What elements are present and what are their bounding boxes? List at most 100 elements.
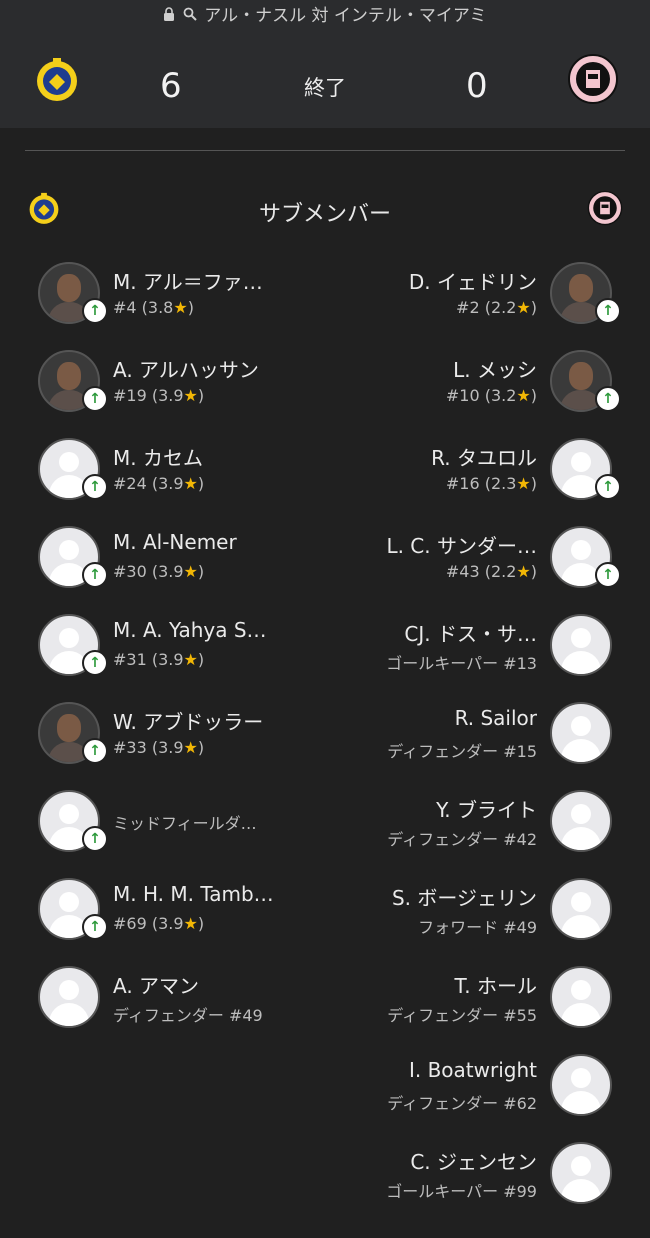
away-team-logo[interactable] [567, 53, 619, 109]
player-info: #43 (2.2★) [446, 562, 537, 581]
player-row[interactable]: ↑ L. メッシ #10 (3.2★) [325, 344, 650, 432]
address-bar[interactable]: アル・ナスル 対 インテル・マイアミ [0, 6, 650, 26]
avatar-head [57, 274, 81, 302]
subbed-on-arrow-icon: ↑ [82, 650, 108, 676]
rating-close: ) [530, 562, 537, 581]
rating-star-icon: ★ [516, 386, 531, 405]
rating-close: ) [197, 386, 205, 405]
rating-close: ) [187, 298, 194, 317]
match-header: アル・ナスル 対 インテル・マイアミ 6 終了 0 [0, 0, 650, 128]
player-number-rating: #31 (3.9 [113, 650, 184, 669]
avatar-body [561, 651, 601, 674]
avatar-head [571, 540, 591, 560]
player-info: ディフェンダー #42 [387, 826, 537, 850]
player-row[interactable]: ↑ ミッドフィールダ… [0, 784, 325, 872]
subbed-on-arrow-icon: ↑ [82, 738, 108, 764]
player-row[interactable]: Y. ブライト ディフェンダー #42 [325, 784, 650, 872]
player-row[interactable]: ↑ R. タユロル #16 (2.3★) [325, 432, 650, 520]
player-name: L. C. サンダー… [386, 534, 537, 558]
rating-close: ) [197, 562, 205, 581]
avatar-head [571, 628, 591, 648]
player-name: L. メッシ [453, 358, 537, 382]
avatar-head [59, 540, 79, 560]
player-name: I. Boatwright [408, 1058, 537, 1082]
player-row[interactable]: S. ボージェリン フォワード #49 [325, 872, 650, 960]
player-row[interactable]: I. Boatwright ディフェンダー #62 [325, 1048, 650, 1136]
divider [25, 150, 625, 151]
subbed-on-arrow-icon: ↑ [595, 562, 621, 588]
player-info: ディフェンダー #55 [387, 1002, 537, 1026]
player-row[interactable]: ↑ M. カセム #24 (3.9★) [0, 432, 325, 520]
rating-close: ) [530, 474, 537, 493]
player-number-rating: #30 (3.9 [113, 562, 184, 581]
player-row[interactable]: C. ジェンセン ゴールキーパー #99 [325, 1136, 650, 1224]
player-name: S. ボージェリン [391, 886, 537, 910]
rating-star-icon: ★ [516, 298, 531, 317]
player-row[interactable]: ↑ L. C. サンダー… #43 (2.2★) [325, 520, 650, 608]
away-team-logo-small [587, 190, 623, 230]
avatar-head [571, 1068, 591, 1088]
rating-star-icon: ★ [173, 298, 188, 317]
player-row[interactable]: R. Sailor ディフェンダー #15 [325, 696, 650, 784]
subbed-on-arrow-icon: ↑ [82, 298, 108, 324]
subbed-on-arrow-icon: ↑ [595, 474, 621, 500]
player-row[interactable]: ↑ D. イェドリン #2 (2.2★) [325, 256, 650, 344]
player-info: ディフェンダー #62 [387, 1090, 537, 1114]
player-number-rating: #19 (3.9 [113, 386, 184, 405]
player-row[interactable]: A. アマン ディフェンダー #49 [0, 960, 325, 1048]
player-row[interactable]: ↑ M. H. M. Tamb… #69 (3.9★) [0, 872, 325, 960]
player-name: A. アルハッサン [113, 358, 259, 382]
player-info: ディフェンダー #15 [387, 738, 537, 762]
subbed-on-arrow-icon: ↑ [595, 298, 621, 324]
player-row[interactable]: ↑ M. A. Yahya S… #31 (3.9★) [0, 608, 325, 696]
avatar-placeholder-icon [550, 966, 612, 1028]
subbed-on-arrow-icon: ↑ [82, 386, 108, 412]
player-info: #19 (3.9★) [113, 386, 204, 405]
avatar-head [571, 892, 591, 912]
player-number-rating: ゴールキーパー #13 [386, 654, 537, 673]
player-row[interactable]: CJ. ドス・サ… ゴールキーパー #13 [325, 608, 650, 696]
subbed-on-arrow-icon: ↑ [82, 826, 108, 852]
match-status: 終了 [304, 76, 346, 100]
avatar-body [561, 1091, 601, 1114]
player-number-rating: ディフェンダー #62 [387, 1094, 537, 1113]
rating-close: ) [530, 298, 537, 317]
rating-star-icon: ★ [183, 738, 198, 757]
avatar-body [561, 1003, 601, 1026]
rating-star-icon: ★ [183, 474, 198, 493]
player-info: #2 (2.2★) [456, 298, 537, 317]
player-name: CJ. ドス・サ… [404, 622, 537, 646]
player-number-rating: #2 (2.2 [456, 298, 517, 317]
section-title: サブメンバー [258, 202, 391, 227]
home-substitutes: ↑ M. アル＝ファ… #4 (3.8★) ↑ A. アルハッサン #19 (3.9★) ↑… [0, 256, 325, 1048]
player-info: #16 (2.3★) [446, 474, 537, 493]
player-row[interactable]: ↑ M. アル＝ファ… #4 (3.8★) [0, 256, 325, 344]
avatar-placeholder-icon [38, 966, 100, 1028]
player-row[interactable]: T. ホール ディフェンダー #55 [325, 960, 650, 1048]
player-row[interactable]: ↑ A. アルハッサン #19 (3.9★) [0, 344, 325, 432]
player-number-rating: ゴールキーパー #99 [386, 1182, 537, 1201]
player-number-rating: #16 (2.3 [445, 474, 517, 493]
avatar-head [59, 628, 79, 648]
player-name: W. アブドッラー [113, 710, 264, 734]
lock-icon [163, 6, 175, 26]
player-row[interactable]: ↑ M. Al-Nemer #30 (3.9★) [0, 520, 325, 608]
avatar-placeholder-icon [550, 1054, 612, 1116]
player-number-rating: ミッドフィールダ… [113, 814, 257, 833]
player-name: M. H. M. Tamb… [113, 882, 274, 906]
rating-star-icon: ★ [183, 562, 198, 581]
player-info: #69 (3.9★) [113, 914, 204, 933]
subbed-on-arrow-icon: ↑ [82, 474, 108, 500]
avatar-head [571, 804, 591, 824]
avatar-head [571, 716, 591, 736]
avatar-body [561, 827, 601, 850]
rating-close: ) [197, 650, 205, 669]
player-name: D. イェドリン [408, 270, 537, 294]
player-number-rating: ディフェンダー #15 [387, 742, 537, 761]
address-text: アル・ナスル 対 インテル・マイアミ [204, 6, 487, 26]
player-row[interactable]: ↑ W. アブドッラー #33 (3.9★) [0, 696, 325, 784]
rating-star-icon: ★ [183, 914, 198, 933]
avatar-body [561, 1179, 601, 1202]
player-name: M. カセム [113, 446, 203, 470]
rating-star-icon: ★ [183, 650, 198, 669]
